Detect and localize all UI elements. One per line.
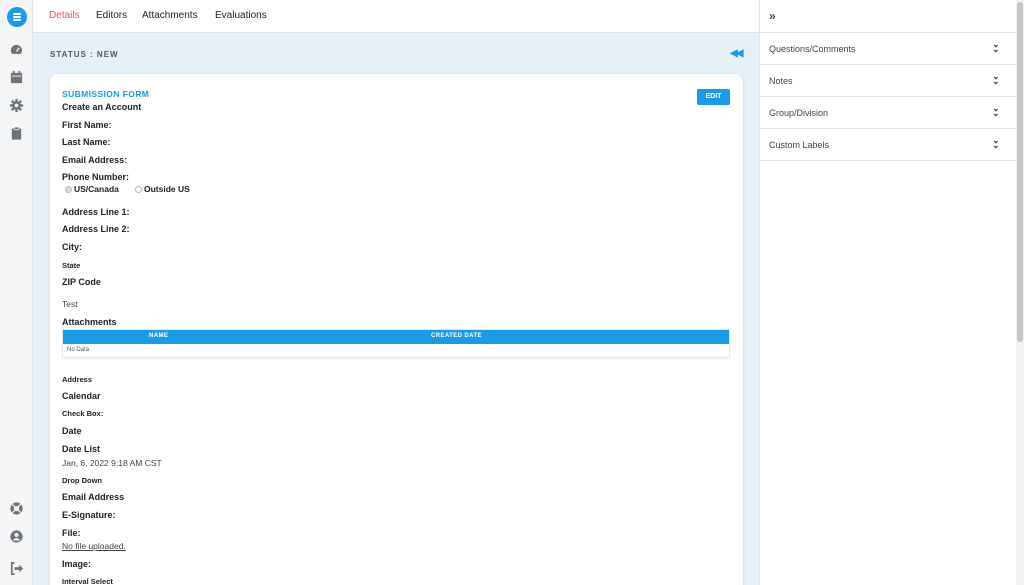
radio-unselected-icon[interactable] — [135, 185, 142, 193]
section-label: Questions/Comments — [769, 44, 856, 54]
first-name-label: First Name: — [62, 120, 112, 130]
section-label: Notes — [769, 76, 793, 86]
tab-evaluations[interactable]: Evaluations — [215, 10, 267, 21]
chevron-double-down-icon[interactable]: ⌄ ⌄ — [992, 136, 999, 150]
chevron-double-down-icon[interactable]: ⌄ ⌄ — [992, 40, 999, 54]
section-custom-labels[interactable]: Custom Labels ⌄ ⌄ — [760, 129, 1017, 161]
phone-option-us-canada[interactable]: US/Canada — [65, 184, 119, 194]
collapse-left-icon[interactable]: ◀◀ — [730, 48, 743, 59]
tab-attachments[interactable]: Attachments — [142, 10, 198, 21]
app-logo-icon[interactable] — [7, 7, 27, 27]
email-address-field-label: Email Address — [62, 492, 125, 502]
phone-option-label: US/Canada — [74, 184, 119, 194]
address-line1-label: Address Line 1: — [62, 207, 130, 217]
submission-form-card: SUBMISSION FORM EDIT Create an Account F… — [50, 74, 743, 585]
calendar-label: Calendar — [62, 391, 101, 401]
drop-down-label: Drop Down — [62, 476, 102, 485]
section-label: Custom Labels — [769, 140, 830, 150]
zip-code-label: ZIP Code — [62, 277, 101, 287]
section-group-division[interactable]: Group/Division ⌄ ⌄ — [760, 97, 1017, 129]
expand-right-panel-icon[interactable]: » — [769, 9, 775, 23]
scrollbar-thumb[interactable] — [1017, 2, 1023, 342]
image-label: Image: — [62, 559, 92, 569]
check-box-label: Check Box: — [62, 409, 104, 418]
no-file-uploaded-link[interactable]: No file uploaded. — [62, 541, 126, 551]
empty-table-message: No Data — [67, 347, 90, 353]
section-notes[interactable]: Notes ⌄ ⌄ — [760, 65, 1017, 97]
section-questions-comments[interactable]: Questions/Comments ⌄ ⌄ — [760, 33, 1017, 65]
attachments-table-header: NAME CREATED DATE — [63, 330, 729, 344]
tab-editors[interactable]: Editors — [96, 10, 127, 21]
chevron-double-down-icon[interactable]: ⌄ ⌄ — [992, 72, 999, 86]
attachments-table-body: No Data — [63, 344, 729, 358]
attachments-label: Attachments — [62, 317, 117, 327]
email-address-label: Email Address: — [62, 155, 128, 165]
address-line2-label: Address Line 2: — [62, 224, 130, 234]
attachments-table: NAME CREATED DATE No Data — [62, 329, 730, 358]
e-signature-label: E-Signature: — [62, 510, 116, 520]
page-scrollbar[interactable] — [1016, 0, 1024, 585]
date-list-label: Date List — [62, 444, 101, 454]
dashboard-gauge-icon[interactable] — [9, 42, 24, 57]
column-header-name[interactable]: NAME — [149, 333, 168, 339]
state-label: State — [62, 261, 81, 270]
date-list-value: Jan, 6, 2022 9:18 AM CST — [62, 458, 162, 468]
logout-icon[interactable] — [9, 561, 24, 576]
calendar-icon[interactable] — [9, 70, 24, 85]
file-label: File: — [62, 528, 81, 538]
column-header-created-date[interactable]: CREATED DATE — [431, 333, 482, 339]
user-profile-icon[interactable] — [9, 529, 24, 544]
section-label: Group/Division — [769, 108, 829, 118]
city-label: City: — [62, 242, 82, 252]
left-rail — [0, 0, 33, 585]
card-title: SUBMISSION FORM — [62, 89, 150, 99]
date-label: Date — [62, 426, 82, 436]
phone-option-label: Outside US — [144, 184, 190, 194]
phone-option-outside-us[interactable]: Outside US — [135, 184, 190, 194]
help-lifebuoy-icon[interactable] — [9, 501, 24, 516]
status-label: STATUS : NEW — [50, 50, 119, 59]
last-name-label: Last Name: — [62, 137, 111, 147]
right-panel: » Questions/Comments ⌄ ⌄ Notes ⌄ ⌄ Group/D… — [759, 0, 1017, 585]
gear-icon[interactable] — [9, 98, 24, 113]
test-value: Test — [62, 299, 78, 309]
tab-details[interactable]: Details — [49, 10, 80, 21]
radio-selected-icon[interactable] — [65, 185, 72, 193]
edit-button[interactable]: EDIT — [697, 89, 730, 105]
chevron-double-down-icon[interactable]: ⌄ ⌄ — [992, 104, 999, 118]
form-title: Create an Account — [62, 102, 142, 112]
address-label: Address — [62, 375, 93, 384]
phone-number-label: Phone Number: — [62, 172, 130, 182]
interval-select-label: Interval Select — [62, 577, 113, 585]
clipboard-icon[interactable] — [9, 126, 24, 141]
top-tab-bar: Details Editors Attachments Evaluations — [33, 0, 759, 33]
